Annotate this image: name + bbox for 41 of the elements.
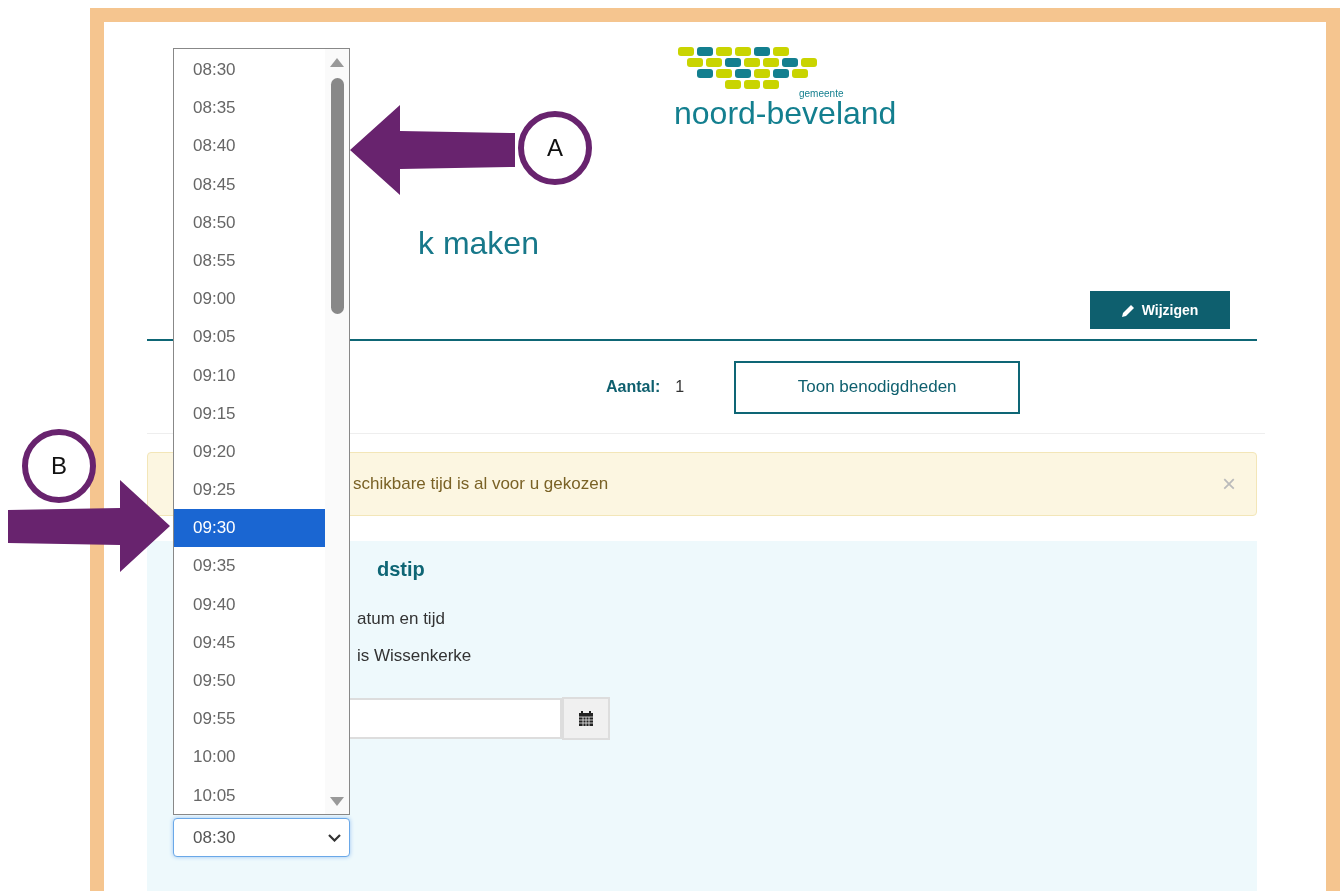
quantity-value: 1: [675, 378, 685, 396]
time-option[interactable]: 09:55: [174, 700, 325, 739]
time-option[interactable]: 08:30: [174, 51, 325, 90]
time-option[interactable]: 09:35: [174, 547, 325, 586]
time-option[interactable]: 09:50: [174, 662, 325, 701]
time-option[interactable]: 09:10: [174, 356, 325, 395]
time-select[interactable]: 08:30: [173, 818, 350, 857]
section-text: is Wissenkerke: [357, 646, 473, 666]
calendar-icon: [578, 710, 594, 727]
date-field[interactable]: [347, 698, 562, 739]
scrollbar[interactable]: [325, 49, 349, 814]
show-supplies-button[interactable]: Toon benodigdheden: [734, 360, 1021, 414]
page-heading: k maken: [418, 224, 540, 263]
time-option[interactable]: 09:25: [174, 471, 325, 510]
scroll-thumb[interactable]: [331, 78, 344, 314]
section-text: atum en tijd: [357, 609, 446, 629]
time-option[interactable]: 09:40: [174, 585, 325, 624]
time-option[interactable]: 10:05: [174, 776, 325, 815]
section-title: dstip: [377, 558, 426, 581]
time-option[interactable]: 09:00: [174, 280, 325, 319]
time-option[interactable]: 08:40: [174, 127, 325, 166]
time-option[interactable]: 09:45: [174, 623, 325, 662]
scroll-up-icon[interactable]: [330, 58, 344, 67]
alert-text: schikbare tijd is al voor u gekozen: [353, 474, 610, 494]
time-option[interactable]: 10:00: [174, 738, 325, 777]
time-option[interactable]: 09:15: [174, 394, 325, 433]
time-option[interactable]: 09:05: [174, 318, 325, 357]
calendar-button[interactable]: [562, 697, 610, 740]
time-option[interactable]: 09:30: [174, 509, 325, 548]
edit-button[interactable]: Wijzigen: [1090, 291, 1230, 329]
quantity-label: Aantal:: [606, 378, 661, 396]
callout-label: A: [547, 134, 563, 161]
time-option[interactable]: 08:55: [174, 241, 325, 281]
scroll-down-icon[interactable]: [330, 797, 344, 806]
chevron-down-icon: [328, 833, 341, 842]
pencil-icon: [1121, 303, 1135, 317]
time-option[interactable]: 09:20: [174, 432, 325, 472]
time-option[interactable]: 08:45: [174, 165, 325, 204]
time-option[interactable]: 08:35: [174, 89, 325, 128]
callout-label: B: [51, 452, 67, 479]
time-option[interactable]: 08:50: [174, 203, 325, 242]
